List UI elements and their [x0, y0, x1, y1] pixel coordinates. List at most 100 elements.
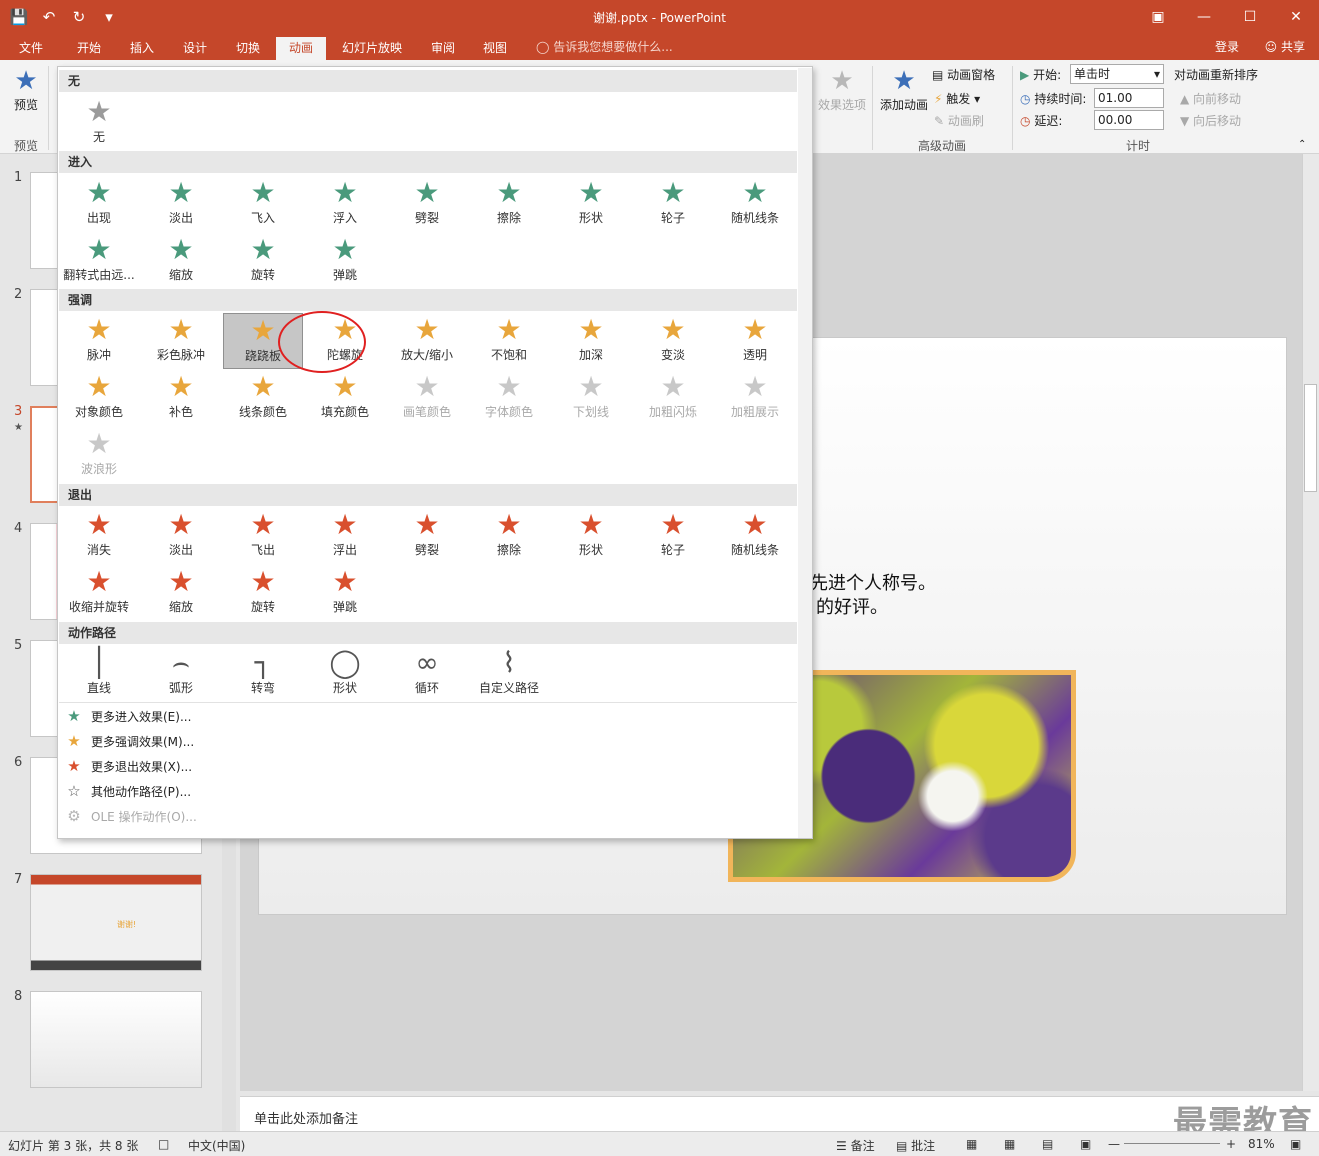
restore-ribbon-icon[interactable]: ▣	[1135, 0, 1181, 34]
share-button[interactable]: ☺ 共享	[1265, 38, 1305, 55]
emphasis-effect[interactable]: ★ 透明	[715, 313, 795, 369]
exit-effect[interactable]: ★ 收缩并旋转	[59, 565, 139, 621]
paths-effect[interactable]: ∞ 循环	[387, 646, 467, 702]
emphasis-effect[interactable]: ★ 填充颜色	[305, 370, 385, 426]
emphasis-effect[interactable]: ★ 脉冲	[59, 313, 139, 369]
exit-effect[interactable]: ★ 随机线条	[715, 508, 795, 564]
paths-effect[interactable]: ◯ 形状	[305, 646, 385, 702]
emphasis-effect[interactable]: ★ 不饱和	[469, 313, 549, 369]
exit-effect[interactable]: ★ 飞出	[223, 508, 303, 564]
paths-effect[interactable]: ┐ 转弯	[223, 646, 303, 702]
tab-design[interactable]: 设计	[182, 37, 208, 60]
tab-slideshow[interactable]: 幻灯片放映	[340, 37, 404, 60]
emphasis-effect[interactable]: ★ 线条颜色	[223, 370, 303, 426]
entrance-effect[interactable]: ★ 随机线条	[715, 176, 795, 232]
trigger-button[interactable]: ⚡ 触发 ▾	[934, 90, 980, 107]
exit-effect[interactable]: ★ 浮出	[305, 508, 385, 564]
move-later-button[interactable]: ▼ 向后移动	[1180, 112, 1241, 129]
move-earlier-button[interactable]: ▲ 向前移动	[1180, 90, 1241, 107]
entrance-effect[interactable]: ★ 缩放	[141, 233, 221, 289]
tab-review[interactable]: 审阅	[430, 37, 456, 60]
duration-input[interactable]: 01.00	[1094, 88, 1164, 108]
slide-text-line1[interactable]: 先进个人称号。	[810, 569, 936, 595]
exit-effect[interactable]: ★ 弹跳	[305, 565, 385, 621]
entrance-effect[interactable]: ★ 劈裂	[387, 176, 467, 232]
entrance-effect[interactable]: ★ 淡出	[141, 176, 221, 232]
zoom-slider[interactable]	[1124, 1143, 1220, 1144]
more-emphasis-effects[interactable]: ★ 更多强调效果(M)...	[63, 729, 194, 753]
slide-text-line2[interactable]: 的好评。	[816, 593, 888, 619]
entrance-effect[interactable]: ★ 形状	[551, 176, 631, 232]
emphasis-effect[interactable]: ★ 加粗展示	[715, 370, 795, 426]
comments-toggle[interactable]: ▤ 批注	[896, 1137, 935, 1154]
emphasis-effect[interactable]: ★ 波浪形	[59, 427, 139, 483]
emphasis-effect[interactable]: ★ 画笔颜色	[387, 370, 467, 426]
entrance-effect[interactable]: ★ 飞入	[223, 176, 303, 232]
exit-effect[interactable]: ★ 轮子	[633, 508, 713, 564]
zoom-level[interactable]: 81%	[1248, 1137, 1275, 1151]
exit-effect[interactable]: ★ 旋转	[223, 565, 303, 621]
tab-home[interactable]: 开始	[76, 37, 102, 60]
reading-view-icon[interactable]: ▤	[1042, 1137, 1053, 1151]
emphasis-effect[interactable]: ★ 彩色脉冲	[141, 313, 221, 369]
scroll-thumb[interactable]	[1304, 384, 1317, 492]
collapse-ribbon-icon[interactable]: ⌃	[1298, 139, 1306, 150]
language-status[interactable]: 中文(中国)	[188, 1137, 245, 1154]
zoom-in-icon[interactable]: +	[1226, 1137, 1236, 1151]
emphasis-effect[interactable]: ★ 放大/缩小	[387, 313, 467, 369]
sorter-view-icon[interactable]: ▦	[1004, 1137, 1015, 1151]
preview-button[interactable]: ★ 预览	[12, 66, 40, 113]
paths-effect[interactable]: ⌢ 弧形	[141, 646, 221, 702]
gallery-scrollbar[interactable]	[798, 68, 812, 838]
exit-effect[interactable]: ★ 缩放	[141, 565, 221, 621]
slideshow-view-icon[interactable]: ▣	[1080, 1137, 1091, 1151]
notes-pane[interactable]: 单击此处添加备注	[240, 1096, 1319, 1131]
maximize-icon[interactable]: ☐	[1227, 0, 1273, 34]
editor-scrollbar[interactable]	[1302, 154, 1319, 1091]
notes-toggle[interactable]: ☰ 备注	[836, 1137, 875, 1154]
normal-view-icon[interactable]: ▦	[966, 1137, 977, 1151]
exit-effect[interactable]: ★ 形状	[551, 508, 631, 564]
emphasis-effect[interactable]: ★ 变淡	[633, 313, 713, 369]
fit-slide-icon[interactable]: ▣	[1290, 1137, 1301, 1151]
entrance-effect[interactable]: ★ 轮子	[633, 176, 713, 232]
animation-painter-button[interactable]: ✎ 动画刷	[934, 112, 984, 129]
slide-thumbnail[interactable]: 谢谢!	[30, 874, 202, 971]
minimize-icon[interactable]: —	[1181, 0, 1227, 34]
more-exit-effects[interactable]: ★ 更多退出效果(X)...	[63, 754, 192, 778]
emphasis-effect[interactable]: ★ 字体颜色	[469, 370, 549, 426]
add-animation-button[interactable]: ★ 添加动画	[878, 66, 930, 113]
exit-effect[interactable]: ★ 擦除	[469, 508, 549, 564]
emphasis-effect[interactable]: ★ 对象颜色	[59, 370, 139, 426]
entrance-effect[interactable]: ★ 出现	[59, 176, 139, 232]
emphasis-effect[interactable]: ★ 加深	[551, 313, 631, 369]
emphasis-effect[interactable]: ★ 加粗闪烁	[633, 370, 713, 426]
exit-effect[interactable]: ★ 消失	[59, 508, 139, 564]
entrance-effect[interactable]: ★ 浮入	[305, 176, 385, 232]
more-entrance-effects[interactable]: ★ 更多进入效果(E)...	[63, 704, 191, 728]
entrance-effect[interactable]: ★ 擦除	[469, 176, 549, 232]
entrance-effect[interactable]: ★ 弹跳	[305, 233, 385, 289]
ole-action[interactable]: ⚙ OLE 操作动作(O)...	[63, 804, 197, 828]
tab-animations[interactable]: 动画	[276, 37, 326, 60]
more-motion-paths[interactable]: ☆ 其他动作路径(P)...	[63, 779, 191, 803]
tab-insert[interactable]: 插入	[129, 37, 155, 60]
effect-options-button[interactable]: ★ 效果选项	[816, 66, 868, 113]
animation-pane-button[interactable]: ▤ 动画窗格	[932, 66, 995, 83]
zoom-out-icon[interactable]: —	[1108, 1137, 1120, 1151]
slide-thumbnail[interactable]	[30, 991, 202, 1088]
delay-input[interactable]: 00.00	[1094, 110, 1164, 130]
spellcheck-icon[interactable]: □	[158, 1137, 169, 1151]
tell-me-box[interactable]: ◯ 告诉我您想要做什么...	[536, 38, 673, 55]
tab-file[interactable]: 文件	[18, 37, 44, 60]
start-select[interactable]: 单击时 ▾	[1070, 64, 1164, 84]
close-icon[interactable]: ✕	[1273, 0, 1319, 34]
login-link[interactable]: 登录	[1215, 38, 1239, 55]
emphasis-effect[interactable]: ★ 补色	[141, 370, 221, 426]
entrance-effect[interactable]: ★ 旋转	[223, 233, 303, 289]
effect-none[interactable]: ★ 无	[59, 95, 139, 151]
exit-effect[interactable]: ★ 劈裂	[387, 508, 467, 564]
tab-view[interactable]: 视图	[482, 37, 508, 60]
emphasis-effect[interactable]: ★ 下划线	[551, 370, 631, 426]
tab-transitions[interactable]: 切换	[235, 37, 261, 60]
